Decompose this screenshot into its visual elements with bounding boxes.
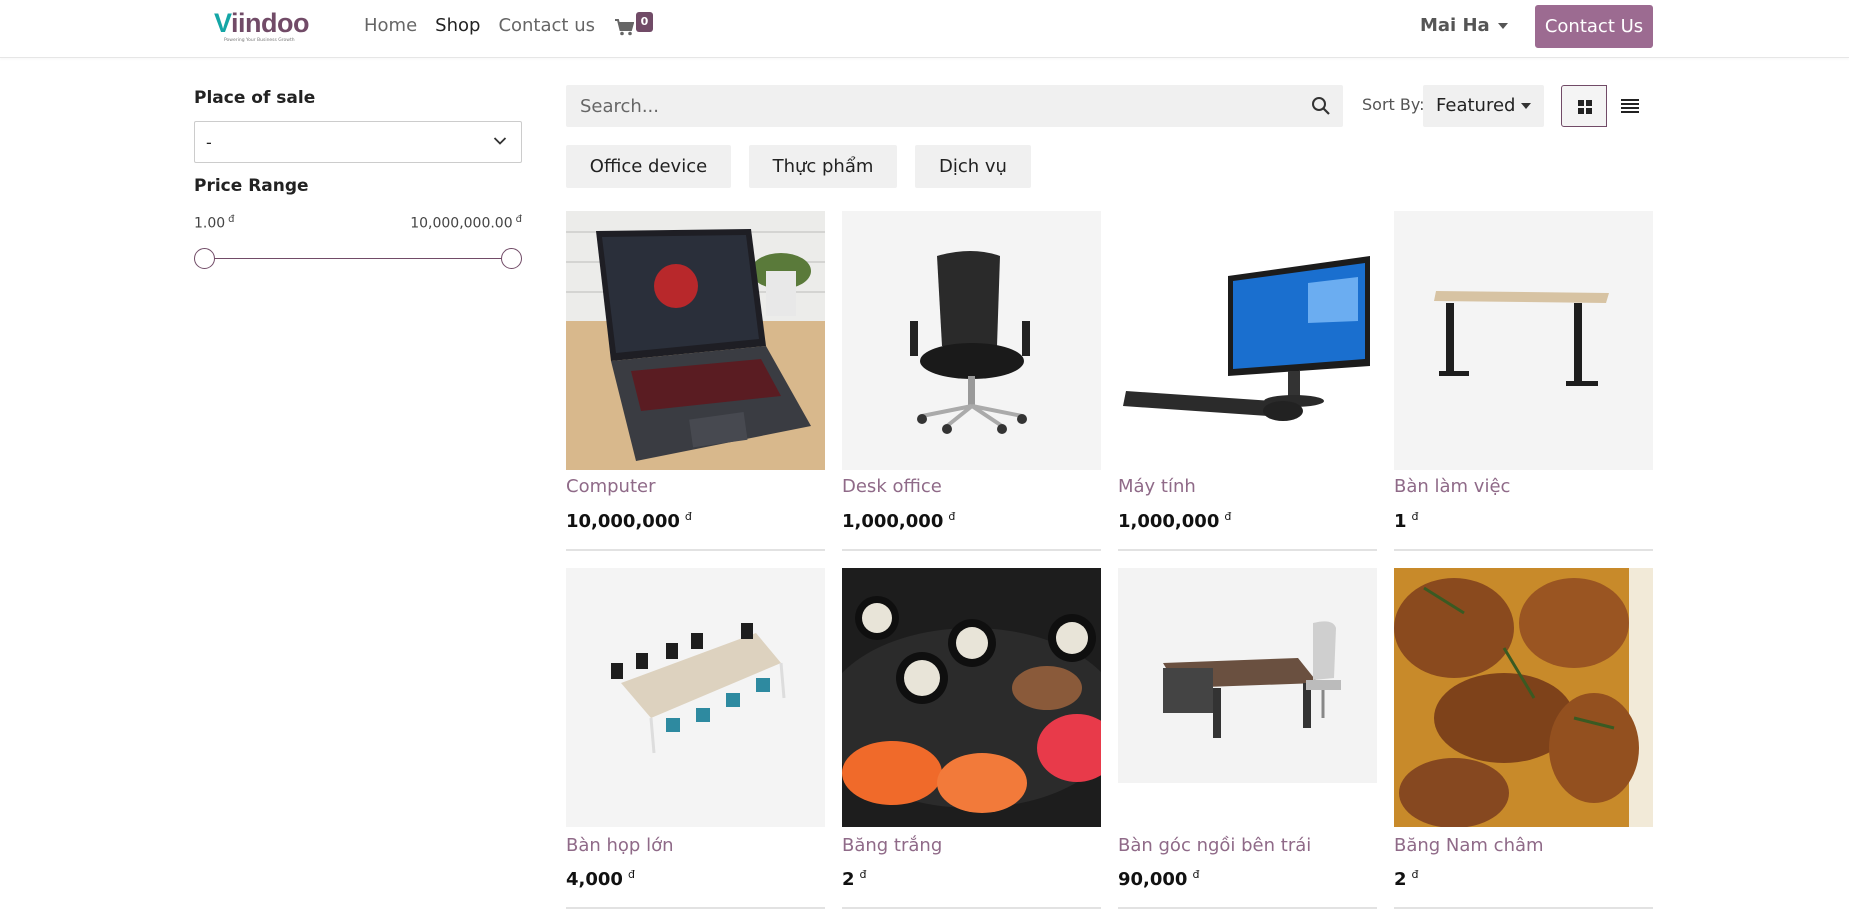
- product-name[interactable]: Máy tính: [1118, 476, 1196, 497]
- caret-down-icon: [1497, 23, 1508, 29]
- product-name[interactable]: Bàn họp lớn: [566, 835, 674, 856]
- product-card[interactable]: Băng Nam châm 2đ: [1394, 568, 1653, 909]
- product-name[interactable]: Bàn góc ngồi bên trái: [1118, 835, 1311, 856]
- category-office-device[interactable]: Office device: [566, 145, 731, 188]
- product-name[interactable]: Bàn làm việc: [1394, 476, 1510, 497]
- search-input[interactable]: [566, 85, 1266, 127]
- place-of-sale-select[interactable]: -: [194, 121, 522, 163]
- user-menu[interactable]: Mai Ha: [1420, 14, 1508, 38]
- list-icon: [1621, 99, 1639, 113]
- product-image-chair[interactable]: [842, 211, 1101, 470]
- product-name[interactable]: Computer: [566, 476, 655, 497]
- list-view-toggle[interactable]: [1607, 85, 1653, 127]
- category-dich-vu[interactable]: Dịch vụ: [915, 145, 1031, 188]
- caret-down-icon: [1521, 103, 1531, 109]
- nav-shop[interactable]: Shop: [435, 14, 480, 38]
- product-name[interactable]: Băng Nam châm: [1394, 835, 1544, 856]
- cart-icon: [615, 19, 634, 36]
- nav-contact[interactable]: Contact us: [498, 14, 595, 38]
- product-price: 90,000 đ: [1118, 868, 1200, 890]
- divider: [842, 549, 1101, 551]
- divider: [1394, 549, 1653, 551]
- place-of-sale-title: Place of sale: [194, 88, 316, 108]
- product-card[interactable]: Bàn làm việc 1đ: [1394, 211, 1653, 551]
- product-image-roast-chicken[interactable]: [1394, 568, 1653, 827]
- product-card[interactable]: Băng trắng 2đ: [842, 568, 1101, 909]
- price-range-track[interactable]: [204, 258, 512, 259]
- cart-count-badge: 0: [636, 12, 653, 32]
- product-name[interactable]: Băng trắng: [842, 835, 942, 856]
- nav-home[interactable]: Home: [364, 14, 417, 38]
- product-price: 1đ: [1394, 510, 1419, 532]
- product-price: 2đ: [1394, 868, 1419, 890]
- grid-icon: [1578, 100, 1592, 114]
- category-thuc-pham[interactable]: Thực phẩm: [749, 145, 897, 188]
- price-min-handle[interactable]: [194, 248, 215, 269]
- product-image-desk[interactable]: [1394, 211, 1653, 470]
- price-max-handle[interactable]: [501, 248, 522, 269]
- product-image-corner-desk[interactable]: [1118, 568, 1377, 827]
- price-min: 1.00 đ: [194, 214, 235, 232]
- product-card[interactable]: Desk office 1,000,000 đ: [842, 211, 1101, 551]
- product-name[interactable]: Desk office: [842, 476, 942, 497]
- sort-value: Featured: [1436, 95, 1516, 116]
- sort-by-label: Sort By:: [1362, 95, 1425, 114]
- grid-view-toggle[interactable]: [1561, 85, 1607, 127]
- viindoo-logo[interactable]: Viindoo Powering Your Business Growth: [214, 8, 314, 43]
- divider: [1118, 549, 1377, 551]
- logo-tagline: Powering Your Business Growth: [224, 38, 295, 43]
- user-name: Mai Ha: [1420, 15, 1490, 36]
- price-max: 10,000,000.00 đ: [410, 214, 522, 232]
- price-range-title: Price Range: [194, 176, 309, 196]
- product-image-desktop[interactable]: [1118, 211, 1377, 470]
- place-of-sale-value: -: [206, 133, 212, 152]
- product-card[interactable]: Computer 10,000,000 đ: [566, 211, 825, 551]
- product-card[interactable]: Máy tính 1,000,000 đ: [1118, 211, 1377, 551]
- search-icon[interactable]: [1311, 96, 1331, 116]
- product-image-laptop[interactable]: [566, 211, 825, 470]
- main-nav: Home Shop Contact us: [364, 14, 613, 38]
- product-card[interactable]: Bàn họp lớn 4,000 đ: [566, 568, 825, 909]
- product-price: 2đ: [842, 868, 867, 890]
- product-card[interactable]: Bàn góc ngồi bên trái 90,000 đ: [1118, 568, 1377, 909]
- product-price: 4,000 đ: [566, 868, 635, 890]
- product-image-meeting-table[interactable]: [566, 568, 825, 827]
- site-header: Viindoo Powering Your Business Growth Ho…: [0, 0, 1849, 58]
- cart-link[interactable]: 0: [614, 12, 656, 40]
- contact-us-button[interactable]: Contact Us: [1535, 5, 1653, 48]
- product-price: 10,000,000 đ: [566, 510, 692, 532]
- divider: [566, 549, 825, 551]
- sort-dropdown[interactable]: Featured: [1423, 85, 1544, 127]
- chevron-down-icon: [493, 137, 507, 145]
- product-search: [566, 85, 1343, 127]
- product-price: 1,000,000 đ: [842, 510, 956, 532]
- product-image-sushi[interactable]: [842, 568, 1101, 827]
- product-price: 1,000,000 đ: [1118, 510, 1232, 532]
